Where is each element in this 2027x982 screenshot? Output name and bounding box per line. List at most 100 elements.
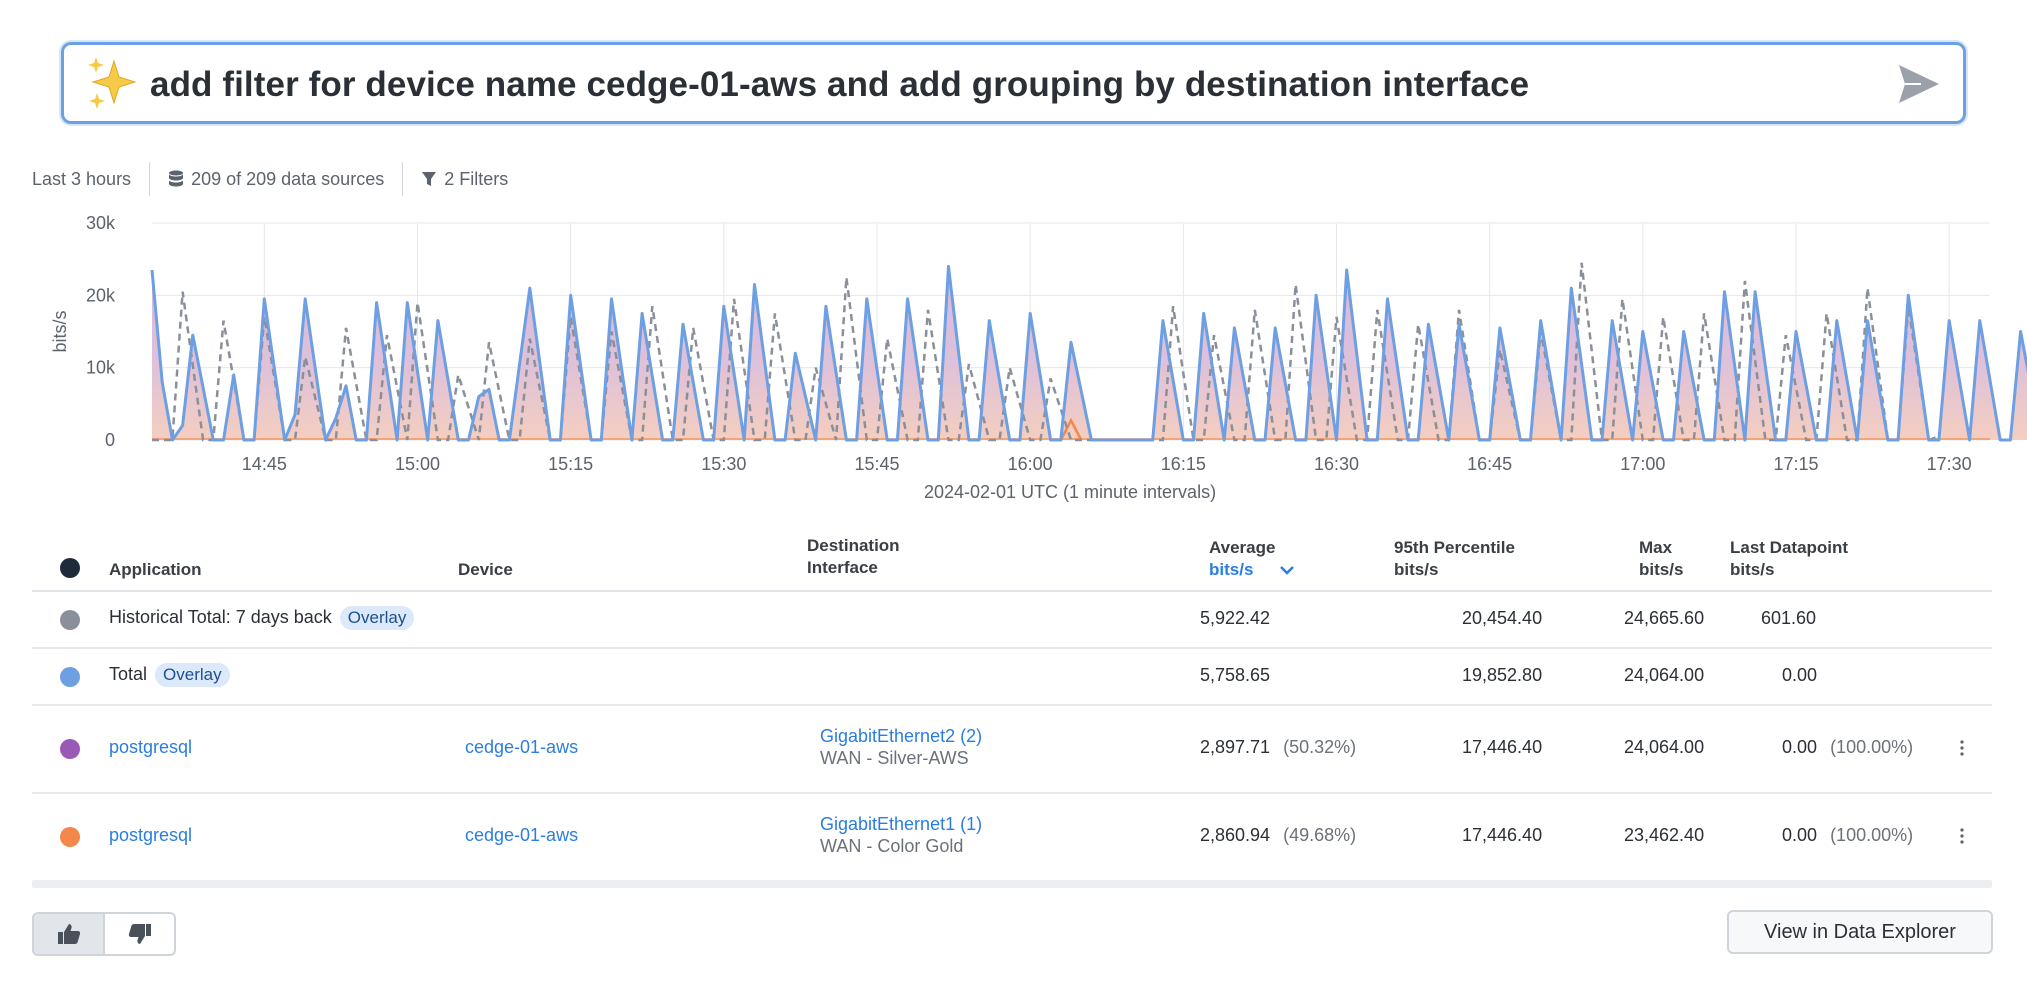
interface-cell: GigabitEthernet2 (2) WAN - Silver-AWS <box>820 725 982 769</box>
column-average-line2: bits/s <box>1209 560 1254 579</box>
x-tick-label: 16:15 <box>1161 454 1206 474</box>
last-value: 0.00 <box>1782 737 1818 757</box>
column-destination-line2: Interface <box>807 558 878 577</box>
x-tick-label: 15:15 <box>548 454 593 474</box>
application-name: Total <box>109 664 148 684</box>
column-average-line1: Average <box>1209 538 1276 557</box>
last-percent: (100.00%) <box>1830 825 1914 845</box>
x-tick-label: 16:30 <box>1314 454 1359 474</box>
overlay-badge: Overlay <box>339 606 415 630</box>
row-last: 0.00 (100.00%) <box>1782 825 1913 846</box>
interface-description: WAN - Color Gold <box>820 836 964 856</box>
column-device[interactable]: Device <box>458 559 513 581</box>
row-color-dot <box>60 610 80 630</box>
y-axis-label: bits/s <box>50 310 70 352</box>
x-tick-label: 15:45 <box>854 454 899 474</box>
time-range-selector[interactable]: Last 3 hours <box>32 169 131 190</box>
row-menu-kebab-icon[interactable] <box>1960 828 1964 844</box>
filters-label: 2 Filters <box>444 168 509 189</box>
results-table: Application Device Destination Interface… <box>32 530 1992 880</box>
row-average: 2,897.71 (50.32%) <box>1200 737 1356 758</box>
feedback-vote-group <box>32 912 176 956</box>
thumbs-up-icon <box>57 924 80 944</box>
row-average: 5,922.42 <box>1200 608 1271 628</box>
row-last: 601.60 <box>1761 608 1817 628</box>
prompt-input-text[interactable]: add filter for device name cedge-01-aws … <box>150 65 1529 105</box>
application-link[interactable]: postgresql <box>109 825 192 846</box>
row-max: 23,462.40 <box>1624 825 1705 845</box>
interface-link[interactable]: GigabitEthernet2 (2) <box>820 725 982 747</box>
row-95th: 20,454.40 <box>1462 608 1543 628</box>
device-link[interactable]: cedge-01-aws <box>465 825 578 846</box>
row-95th: 17,446.40 <box>1462 825 1543 845</box>
thumbs-up-button[interactable] <box>34 914 105 954</box>
average-value: 2,897.71 <box>1200 737 1271 757</box>
row-menu-kebab-icon[interactable] <box>1960 740 1964 756</box>
table-horizontal-scrollbar[interactable] <box>32 880 1992 888</box>
row-average: 5,758.65 <box>1200 665 1271 685</box>
y-tick-label: 10k <box>86 358 116 378</box>
interface-link[interactable]: GigabitEthernet1 (1) <box>820 813 982 835</box>
column-application[interactable]: Application <box>109 559 202 581</box>
x-tick-label: 17:15 <box>1773 454 1818 474</box>
column-max[interactable]: Max bits/s <box>1639 537 1683 581</box>
thumbs-down-button[interactable] <box>105 914 174 954</box>
application-name: Historical Total: 7 days back <box>109 607 332 627</box>
y-tick-label: 20k <box>86 285 116 305</box>
interface-cell: GigabitEthernet1 (1) WAN - Color Gold <box>820 813 982 857</box>
column-average-sort[interactable]: bits/s <box>1209 559 1295 581</box>
column-destination-interface[interactable]: Destination Interface <box>807 535 900 579</box>
average-percent: (50.32%) <box>1283 737 1357 757</box>
row-95th: 19,852.80 <box>1462 665 1543 685</box>
x-tick-label: 17:00 <box>1620 454 1665 474</box>
header-color-dot <box>60 558 80 578</box>
data-sources-selector[interactable]: 209 of 209 data sources <box>168 169 384 190</box>
column-max-line1: Max <box>1639 538 1673 557</box>
average-value: 2,860.94 <box>1200 825 1271 845</box>
ai-prompt-box[interactable]: add filter for device name cedge-01-aws … <box>61 42 1966 124</box>
filters-selector[interactable]: 2 Filters <box>421 169 508 190</box>
row-color-dot <box>60 667 80 687</box>
x-tick-label: 15:30 <box>701 454 746 474</box>
thumbs-down-icon <box>128 924 151 944</box>
database-icon <box>169 170 184 187</box>
x-tick-label: 16:00 <box>1008 454 1053 474</box>
last-percent: (100.00%) <box>1830 737 1914 757</box>
column-last-datapoint[interactable]: Last Datapoint bits/s <box>1730 537 1848 581</box>
send-icon[interactable] <box>1897 63 1941 105</box>
column-average[interactable]: Average bits/s <box>1209 537 1295 581</box>
row-max: 24,665.60 <box>1624 608 1705 628</box>
row-color-dot <box>60 827 80 847</box>
table-header: Application Device Destination Interface… <box>32 530 1992 592</box>
row-95th: 17,446.40 <box>1462 737 1543 757</box>
interface-description: WAN - Silver-AWS <box>820 748 969 768</box>
sort-desc-chevron-icon <box>1280 566 1295 575</box>
column-last-line2: bits/s <box>1730 560 1775 579</box>
table-row-historical-total[interactable]: Historical Total: 7 days back Overlay 5,9… <box>32 592 1992 649</box>
row-color-dot <box>60 739 80 759</box>
row-average: 2,860.94 (49.68%) <box>1200 825 1356 846</box>
column-last-line1: Last Datapoint <box>1730 538 1849 557</box>
device-link[interactable]: cedge-01-aws <box>465 737 578 758</box>
y-tick-label: 0 <box>105 430 115 450</box>
time-range-label: Last 3 hours <box>32 168 132 189</box>
toolbar-divider <box>402 162 404 196</box>
x-tick-label: 16:45 <box>1467 454 1512 474</box>
last-value: 0.00 <box>1782 825 1818 845</box>
column-95th-percentile[interactable]: 95th Percentile bits/s <box>1394 537 1515 581</box>
view-in-data-explorer-button[interactable]: View in Data Explorer <box>1727 910 1993 954</box>
column-95th-line2: bits/s <box>1394 560 1439 579</box>
x-tick-label: 15:00 <box>395 454 440 474</box>
row-max: 24,064.00 <box>1624 737 1705 757</box>
application-link[interactable]: postgresql <box>109 737 192 758</box>
sparkles-icon <box>88 57 137 109</box>
data-sources-label: 209 of 209 data sources <box>191 168 385 189</box>
table-row-total[interactable]: Total Overlay 5,758.65 19,852.80 24,064.0… <box>32 649 1992 706</box>
table-row-postgresql-ge1[interactable]: postgresql cedge-01-aws GigabitEthernet1… <box>32 794 1992 880</box>
traffic-chart: 0 10k 20k 30k 14:45 15:00 15:15 15:30 15:45 16:00… <box>0 205 2027 505</box>
filter-icon <box>422 172 437 186</box>
x-tick-label: 14:45 <box>242 454 287 474</box>
row-application: Historical Total: 7 days back Overlay <box>109 606 415 630</box>
column-95th-line1: 95th Percentile <box>1394 538 1515 557</box>
table-row-postgresql-ge2[interactable]: postgresql cedge-01-aws GigabitEthernet2… <box>32 706 1992 794</box>
